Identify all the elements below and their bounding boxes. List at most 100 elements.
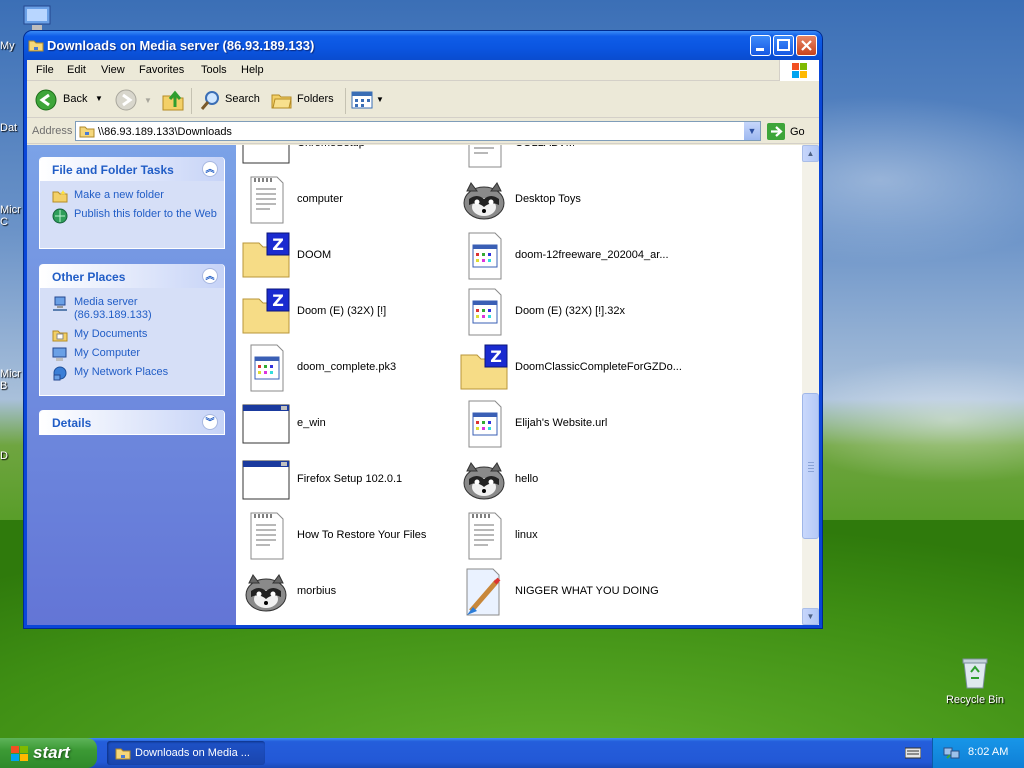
- file-folder-tasks-header[interactable]: File and Folder Tasks ︽: [40, 157, 224, 181]
- file-item[interactable]: e_win: [241, 399, 459, 449]
- desktop-label-micr-b[interactable]: Micr B: [0, 368, 24, 392]
- scroll-down-button[interactable]: ▼: [802, 608, 819, 625]
- file-item[interactable]: Z DOOM: [241, 231, 459, 281]
- folders-button[interactable]: Folders: [269, 87, 339, 113]
- make-new-folder-link[interactable]: Make a new folder: [52, 189, 218, 203]
- close-button[interactable]: [796, 35, 817, 56]
- collapse-chevron-icon[interactable]: ︽: [202, 268, 218, 284]
- address-dropdown-button[interactable]: ▼: [743, 122, 760, 140]
- file-item[interactable]: NIGGER WHAT YOU DOING: [459, 567, 677, 617]
- menu-tools[interactable]: Tools: [201, 64, 227, 76]
- file-name: linux: [515, 529, 538, 541]
- zip-folder-icon: Z: [241, 231, 291, 281]
- title-bar[interactable]: Downloads on Media server (86.93.189.133…: [24, 31, 822, 60]
- back-button[interactable]: Back ▼: [33, 87, 105, 113]
- file-item[interactable]: Z Doom (E) (32X) [!]: [241, 287, 459, 337]
- search-button[interactable]: Search: [197, 87, 263, 113]
- forward-arrow-icon[interactable]: [115, 89, 137, 111]
- file-item[interactable]: Z DoomClassicCompleteForGZDo...: [459, 343, 682, 393]
- file-name: DOOM: [297, 249, 332, 261]
- file-item[interactable]: linux: [459, 511, 677, 561]
- network-status-icon[interactable]: [943, 746, 961, 760]
- file-item[interactable]: computer: [241, 175, 459, 225]
- up-folder-icon[interactable]: [161, 88, 185, 112]
- toolbar-separator: [345, 88, 346, 114]
- address-value: \\86.93.189.133\Downloads: [98, 126, 232, 138]
- scroll-up-button[interactable]: ▲: [802, 145, 819, 162]
- system-tray: 8:02 AM: [932, 738, 1024, 768]
- maximize-button[interactable]: [773, 35, 794, 56]
- details-panel: Details ︾: [39, 410, 225, 435]
- file-item[interactable]: Firefox Setup 102.0.1: [241, 455, 459, 505]
- views-dropdown-icon: ▼: [376, 95, 384, 104]
- file-item[interactable]: Doom (E) (32X) [!].32x: [459, 287, 677, 337]
- file-name: Doom (E) (32X) [!].32x: [515, 305, 626, 317]
- go-button[interactable]: Go: [790, 126, 805, 138]
- media-server-link[interactable]: Media server (86.93.189.133): [52, 296, 218, 322]
- file-item[interactable]: Desktop Toys: [459, 175, 677, 225]
- menu-view[interactable]: View: [101, 64, 125, 76]
- recycle-bin-label: Recycle Bin: [945, 694, 1005, 706]
- my-network-places-link[interactable]: My Network Places: [52, 366, 218, 381]
- window-title: Downloads on Media server (86.93.189.133…: [47, 38, 315, 53]
- file-name: COLLABVM: [515, 145, 575, 149]
- expand-chevron-icon[interactable]: ︾: [202, 414, 218, 430]
- close-icon: [801, 40, 812, 51]
- file-item[interactable]: How To Restore Your Files: [241, 511, 459, 561]
- my-computer-link[interactable]: My Computer: [52, 347, 218, 361]
- menu-file[interactable]: File: [36, 64, 54, 76]
- go-arrow-icon[interactable]: [767, 123, 785, 140]
- taskbar-item-downloads[interactable]: Downloads on Media ...: [107, 741, 265, 765]
- desktop-label-data[interactable]: Dat: [0, 122, 26, 134]
- back-label: Back: [63, 93, 88, 105]
- start-button[interactable]: start: [0, 738, 97, 768]
- file-name: morbius: [297, 585, 337, 597]
- menu-favorites[interactable]: Favorites: [139, 64, 184, 76]
- recycle-bin[interactable]: Recycle Bin: [944, 656, 1006, 706]
- publish-folder-link[interactable]: Publish this folder to the Web: [52, 208, 218, 224]
- clock: 8:02 AM: [968, 746, 1009, 758]
- file-name: Desktop Toys: [515, 193, 581, 205]
- desktop-label-my[interactable]: My: [0, 40, 26, 52]
- file-name: Elijah's Website.url: [515, 417, 608, 429]
- file-name: ChromeSetup: [297, 145, 365, 149]
- keyboard-icon[interactable]: [905, 747, 921, 759]
- address-bar: Address \\86.93.189.133\Downloads ▼ Go: [27, 119, 819, 144]
- file-item[interactable]: Elijah's Website.url: [459, 399, 677, 449]
- menu-help[interactable]: Help: [241, 64, 264, 76]
- file-name: e_win: [297, 417, 326, 429]
- file-item[interactable]: doom-12freeware_202004_ar...: [459, 231, 677, 281]
- file-item[interactable]: doom_complete.pk3: [241, 343, 459, 393]
- windows-flag-icon: [792, 63, 807, 78]
- link-label: Publish this folder to the Web: [74, 208, 217, 220]
- vertical-scrollbar[interactable]: ▲ ▼: [802, 145, 819, 625]
- my-documents-link[interactable]: My Documents: [52, 328, 218, 342]
- desktop-label-micr-c[interactable]: Micr C: [0, 204, 24, 228]
- folders-icon: [271, 94, 292, 109]
- address-input[interactable]: \\86.93.189.133\Downloads ▼: [75, 121, 761, 141]
- taskbar: start Downloads on Media ... 8:02 AM: [0, 738, 1024, 768]
- back-dropdown-icon[interactable]: ▼: [95, 94, 103, 103]
- exe-window-icon: [241, 145, 291, 169]
- network-folder-icon: [28, 40, 44, 52]
- link-label: Media server (86.93.189.133): [74, 296, 152, 321]
- link-label: My Network Places: [74, 366, 169, 378]
- minimize-button[interactable]: [750, 35, 771, 56]
- scroll-thumb[interactable]: [802, 393, 819, 539]
- file-item[interactable]: hello: [459, 455, 677, 505]
- toolbar-separator: [191, 88, 192, 114]
- desktop-label-d[interactable]: D: [0, 450, 26, 462]
- other-places-header[interactable]: Other Places ︽: [40, 264, 224, 288]
- raccoon-icon: [459, 455, 509, 505]
- details-header[interactable]: Details ︾: [40, 410, 224, 434]
- file-item[interactable]: COLLABVM: [459, 145, 677, 169]
- folders-label: Folders: [297, 93, 334, 105]
- file-item[interactable]: morbius: [241, 567, 459, 617]
- documents-folder-icon: [52, 330, 68, 342]
- menu-edit[interactable]: Edit: [67, 64, 86, 76]
- file-item[interactable]: ChromeSetup: [241, 145, 459, 169]
- paint-file-icon: [459, 567, 509, 617]
- file-list: ChromeSetup COLLABVM computer Desktop Toys Z…: [236, 145, 802, 625]
- collapse-chevron-icon[interactable]: ︽: [202, 161, 218, 177]
- views-button[interactable]: ▼: [349, 88, 385, 112]
